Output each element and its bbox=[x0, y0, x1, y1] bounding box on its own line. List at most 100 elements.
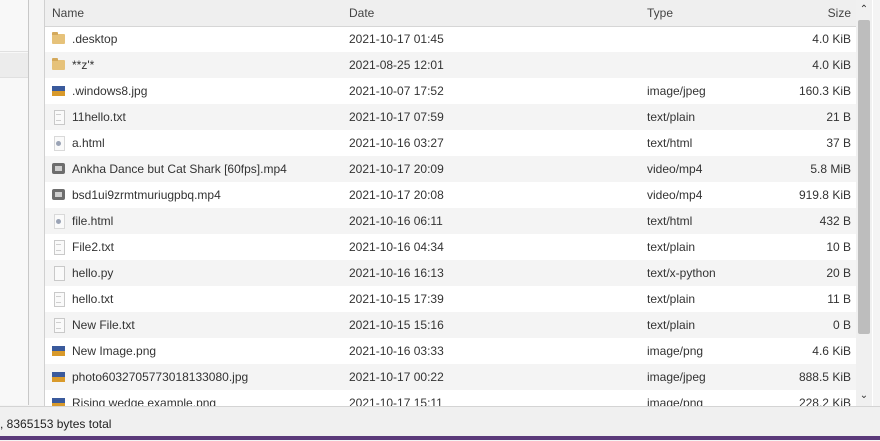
file-row[interactable]: Rising wedge example.png 2021-10-17 15:11… bbox=[45, 390, 857, 406]
file-row[interactable]: hello.py 2021-10-16 16:13 text/x-python 20 … bbox=[45, 260, 857, 286]
file-list[interactable]: Name Date Type Size .desktop 2021-10-17 0… bbox=[44, 0, 873, 406]
file-size: 4.0 KiB bbox=[812, 32, 851, 46]
vertical-scrollbar[interactable]: ⌃ ⌄ bbox=[856, 0, 872, 406]
file-row[interactable]: **z'* 2021-08-25 12:01 4.0 KiB bbox=[45, 52, 857, 78]
file-size: 0 B bbox=[832, 318, 851, 332]
file-row[interactable]: .windows8.jpg 2021-10-07 17:52 image/jpeg 1… bbox=[45, 78, 857, 104]
file-type: video/mp4 bbox=[647, 162, 703, 176]
file-date: 2021-08-25 12:01 bbox=[349, 58, 444, 72]
file-date: 2021-10-17 20:08 bbox=[349, 188, 444, 202]
video-icon bbox=[52, 188, 66, 202]
file-rows: .desktop 2021-10-17 01:45 4.0 KiB **z'* 2021… bbox=[45, 26, 857, 406]
file-name: Ankha Dance but Cat Shark [60fps].mp4 bbox=[72, 162, 287, 176]
file-type: text/plain bbox=[647, 240, 696, 254]
column-header-type[interactable]: Type bbox=[647, 0, 673, 26]
file-date: 2021-10-17 07:59 bbox=[349, 110, 444, 124]
sidebar-item[interactable] bbox=[0, 27, 28, 52]
image-icon bbox=[52, 344, 66, 358]
places-sidebar[interactable] bbox=[0, 0, 29, 405]
text-file-icon bbox=[52, 318, 66, 333]
file-type: video/mp4 bbox=[647, 188, 703, 202]
file-size: 20 B bbox=[826, 266, 851, 280]
file-size: 4.0 KiB bbox=[812, 58, 851, 72]
scroll-down-arrow-icon[interactable]: ⌄ bbox=[856, 388, 872, 404]
file-size: 432 B bbox=[819, 214, 851, 228]
file-date: 2021-10-16 03:33 bbox=[349, 344, 444, 358]
scroll-up-arrow-icon[interactable]: ⌃ bbox=[856, 2, 872, 18]
file-name: .windows8.jpg bbox=[72, 84, 148, 98]
file-name: hello.txt bbox=[72, 292, 114, 306]
file-type: text/plain bbox=[647, 292, 696, 306]
file-date: 2021-10-16 04:34 bbox=[349, 240, 444, 254]
file-date: 2021-10-16 06:11 bbox=[349, 214, 443, 228]
file-row[interactable]: hello.txt 2021-10-15 17:39 text/plain 11 B bbox=[45, 286, 857, 312]
column-header-name[interactable]: Name bbox=[52, 0, 84, 26]
file-size: 5.8 MiB bbox=[810, 162, 851, 176]
image-icon bbox=[52, 370, 66, 384]
folder-icon bbox=[52, 58, 66, 72]
file-date: 2021-10-07 17:52 bbox=[349, 84, 444, 98]
file-name: **z'* bbox=[72, 58, 95, 72]
file-date: 2021-10-15 17:39 bbox=[349, 292, 444, 306]
file-type: image/png bbox=[647, 344, 704, 358]
file-type: text/x-python bbox=[647, 266, 716, 280]
file-name: a.html bbox=[72, 136, 105, 150]
file-row[interactable]: photo6032705773018133080.jpg 2021-10-17 0… bbox=[45, 364, 857, 390]
file-type: text/html bbox=[647, 136, 693, 150]
file-row[interactable]: a.html 2021-10-16 03:27 text/html 37 B bbox=[45, 130, 857, 156]
file-size: 919.8 KiB bbox=[798, 188, 851, 202]
sidebar-item-selected[interactable] bbox=[0, 53, 28, 78]
image-icon bbox=[52, 84, 66, 98]
file-row[interactable]: .desktop 2021-10-17 01:45 4.0 KiB bbox=[45, 26, 857, 52]
html-file-icon bbox=[52, 136, 66, 151]
column-header-size[interactable]: Size bbox=[828, 0, 851, 26]
html-file-icon bbox=[52, 214, 66, 229]
file-date: 2021-10-17 00:22 bbox=[349, 370, 444, 384]
file-name: file.html bbox=[72, 214, 114, 228]
file-date: 2021-10-16 16:13 bbox=[349, 266, 444, 280]
scrollbar-thumb[interactable] bbox=[858, 20, 870, 334]
file-type: image/jpeg bbox=[647, 84, 706, 98]
file-date: 2021-10-17 01:45 bbox=[349, 32, 444, 46]
file-type: text/plain bbox=[647, 318, 696, 332]
file-date: 2021-10-16 03:27 bbox=[349, 136, 444, 150]
file-row[interactable]: bsd1ui9zrmtmuriugpbq.mp4 2021-10-17 20:08… bbox=[45, 182, 857, 208]
file-type: image/jpeg bbox=[647, 370, 706, 384]
file-name: .desktop bbox=[72, 32, 118, 46]
file-date: 2021-10-15 15:16 bbox=[349, 318, 444, 332]
file-size: 228.2 KiB bbox=[798, 396, 851, 406]
folder-icon bbox=[52, 32, 66, 46]
file-row[interactable]: New Image.png 2021-10-16 03:33 image/png 4.… bbox=[45, 338, 857, 364]
file-size: 10 B bbox=[826, 240, 851, 254]
status-bar: , 8365153 bytes total bbox=[0, 406, 880, 437]
file-name: File2.txt bbox=[72, 240, 115, 254]
file-size: 4.6 KiB bbox=[812, 344, 851, 358]
file-row[interactable]: Ankha Dance but Cat Shark [60fps].mp4 202… bbox=[45, 156, 857, 182]
file-name: bsd1ui9zrmtmuriugpbq.mp4 bbox=[72, 188, 221, 202]
text-file-icon bbox=[52, 292, 66, 307]
file-name: 11hello.txt bbox=[72, 110, 126, 124]
file-name: hello.py bbox=[72, 266, 114, 280]
file-size: 37 B bbox=[826, 136, 851, 150]
file-type: image/png bbox=[647, 396, 704, 406]
file-row[interactable]: File2.txt 2021-10-16 04:34 text/plain 10 B bbox=[45, 234, 857, 260]
file-row[interactable]: 11hello.txt 2021-10-17 07:59 text/plain 21 … bbox=[45, 104, 857, 130]
file-row[interactable]: New File.txt 2021-10-15 15:16 text/plain 0 … bbox=[45, 312, 857, 338]
video-icon bbox=[52, 162, 66, 176]
file-size: 888.5 KiB bbox=[798, 370, 851, 384]
python-file-icon bbox=[52, 266, 66, 281]
text-file-icon bbox=[52, 240, 66, 255]
text-file-icon bbox=[52, 110, 66, 125]
file-size: 11 B bbox=[827, 292, 851, 306]
file-size: 160.3 KiB bbox=[798, 84, 851, 98]
file-name: New File.txt bbox=[72, 318, 135, 332]
file-row[interactable]: file.html 2021-10-16 06:11 text/html 432 B bbox=[45, 208, 857, 234]
file-name: photo6032705773018133080.jpg bbox=[72, 370, 249, 384]
file-name: Rising wedge example.png bbox=[72, 396, 217, 406]
window-bottom-border bbox=[0, 436, 880, 440]
column-header: Name Date Type Size bbox=[45, 0, 857, 27]
file-date: 2021-10-17 15:11 bbox=[349, 396, 443, 406]
file-type: text/plain bbox=[647, 110, 696, 124]
column-header-date[interactable]: Date bbox=[349, 0, 374, 26]
file-type: text/html bbox=[647, 214, 693, 228]
